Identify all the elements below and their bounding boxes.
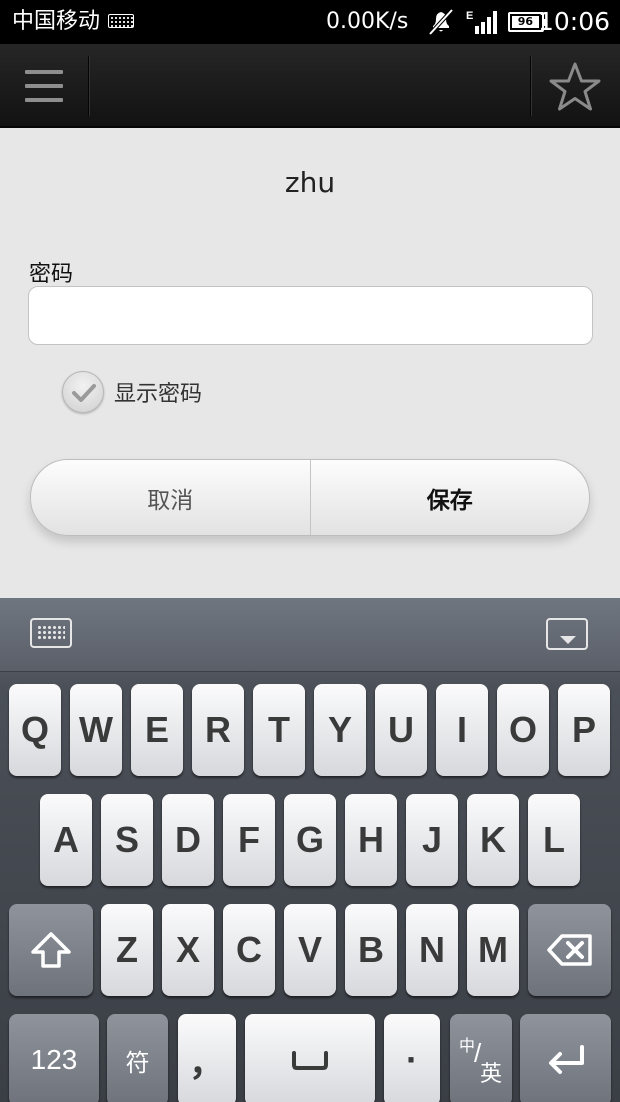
carrier-name: 中国移动 <box>12 9 101 34</box>
network-type: E <box>466 10 473 22</box>
menu-icon-bar <box>25 84 63 88</box>
password-label: 密码 <box>29 262 74 287</box>
key-k[interactable]: K <box>467 794 519 886</box>
action-bar <box>0 44 620 128</box>
action-bar-divider <box>88 56 90 116</box>
status-bar: 中国移动 0.00K/s E 96 10:06 <box>0 0 620 44</box>
soft-keyboard: Q W E R T Y U I O P A S D F G H J K L Z … <box>0 598 620 1102</box>
enter-icon <box>548 1045 584 1074</box>
show-password-toggle[interactable]: 显示密码 <box>62 370 202 414</box>
enter-key[interactable] <box>520 1014 611 1102</box>
key-i[interactable]: I <box>436 684 488 776</box>
key-j[interactable]: J <box>406 794 458 886</box>
lang-en-label: 英 <box>480 1061 503 1086</box>
keyboard-toolbar <box>0 598 620 672</box>
menu-icon <box>25 70 63 74</box>
show-password-label: 显示密码 <box>114 382 203 407</box>
show-password-checkbox[interactable] <box>62 371 104 413</box>
key-c[interactable]: C <box>223 904 275 996</box>
language-switch-key[interactable]: 中 / 英 <box>450 1014 512 1102</box>
key-z[interactable]: Z <box>101 904 153 996</box>
checkmark-icon <box>72 384 96 402</box>
keyboard-switch-icon[interactable] <box>30 618 72 648</box>
key-m[interactable]: M <box>467 904 519 996</box>
dialog-button-group: 取消 保存 <box>30 459 590 536</box>
mute-icon <box>428 8 454 36</box>
key-t[interactable]: T <box>253 684 305 776</box>
key-e[interactable]: E <box>131 684 183 776</box>
backspace-key[interactable] <box>528 904 611 996</box>
cancel-button[interactable]: 取消 <box>31 460 311 535</box>
symbols-key[interactable]: 符 <box>107 1014 168 1102</box>
period-key[interactable]: · <box>384 1014 440 1102</box>
key-p[interactable]: P <box>558 684 610 776</box>
battery-level: 96 <box>512 16 539 28</box>
key-u[interactable]: U <box>375 684 427 776</box>
key-s[interactable]: S <box>101 794 153 886</box>
key-b[interactable]: B <box>345 904 397 996</box>
hide-keyboard-icon[interactable] <box>546 618 588 650</box>
key-w[interactable]: W <box>70 684 122 776</box>
signal-icon: E <box>466 10 497 34</box>
key-x[interactable]: X <box>162 904 214 996</box>
favorite-button[interactable] <box>540 54 610 118</box>
clock: 10:06 <box>537 7 610 36</box>
star-icon <box>549 62 601 111</box>
key-y[interactable]: Y <box>314 684 366 776</box>
shift-icon <box>31 932 71 968</box>
keyboard-icon <box>108 14 134 28</box>
key-g[interactable]: G <box>284 794 336 886</box>
key-f[interactable]: F <box>223 794 275 886</box>
key-d[interactable]: D <box>162 794 214 886</box>
network-speed: 0.00K/s <box>326 9 409 34</box>
key-l[interactable]: L <box>528 794 580 886</box>
shift-key[interactable] <box>9 904 93 996</box>
key-o[interactable]: O <box>497 684 549 776</box>
password-dialog: zhu 密码 显示密码 取消 保存 <box>0 128 620 598</box>
numbers-key[interactable]: 123 <box>9 1014 99 1102</box>
action-bar-divider <box>530 56 532 116</box>
menu-button[interactable] <box>0 44 88 128</box>
key-r[interactable]: R <box>192 684 244 776</box>
lang-cn-label: 中 <box>459 1038 476 1055</box>
key-a[interactable]: A <box>40 794 92 886</box>
comma-key[interactable]: ， <box>178 1014 236 1102</box>
space-icon <box>292 1051 328 1070</box>
key-h[interactable]: H <box>345 794 397 886</box>
save-button[interactable]: 保存 <box>311 460 590 535</box>
key-q[interactable]: Q <box>9 684 61 776</box>
key-v[interactable]: V <box>284 904 336 996</box>
key-n[interactable]: N <box>406 904 458 996</box>
backspace-icon <box>546 934 592 966</box>
space-key[interactable] <box>245 1014 375 1102</box>
password-field[interactable] <box>28 286 593 345</box>
dialog-title: zhu <box>284 166 336 199</box>
menu-icon-bar <box>25 98 63 102</box>
